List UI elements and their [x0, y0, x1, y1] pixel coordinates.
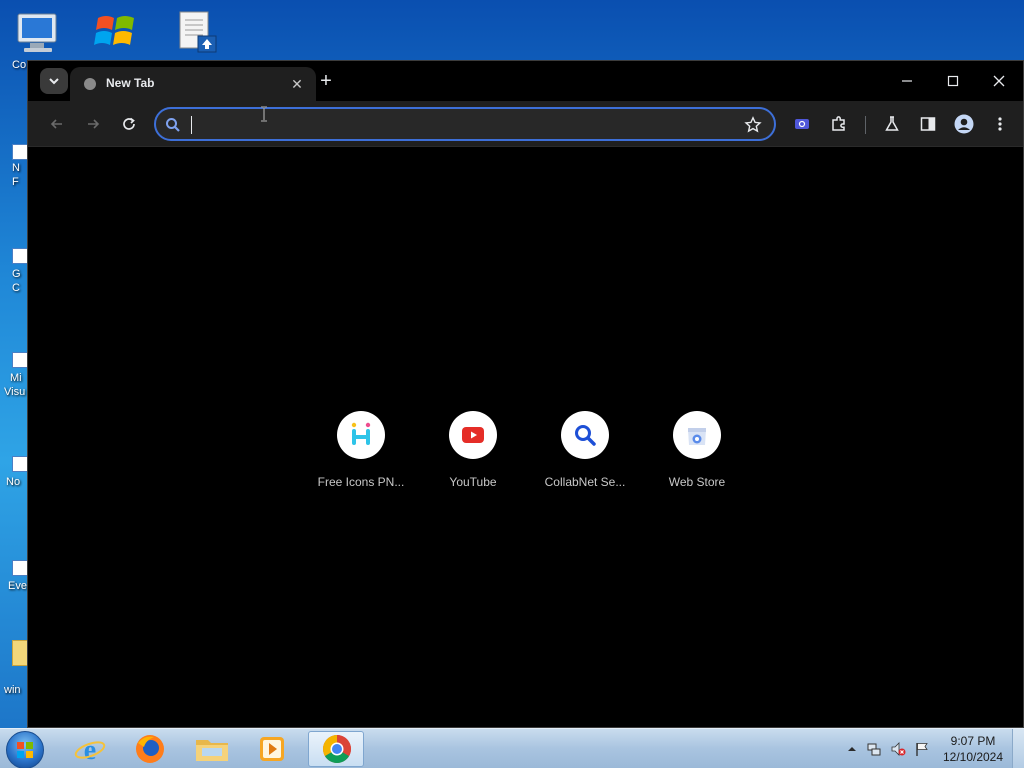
free-icons-icon: [351, 422, 371, 445]
extension-badge-icon: [795, 119, 809, 129]
youtube-icon: [462, 427, 484, 443]
chevron-down-icon: [49, 78, 59, 85]
maximize-icon: [947, 75, 959, 87]
side-panel-icon: [920, 117, 936, 131]
desktop-label: C: [12, 282, 20, 294]
web-store-icon: [688, 428, 706, 445]
tile-icon-circle: [337, 411, 385, 459]
menu-button[interactable]: [986, 110, 1014, 138]
toolbar-divider: [865, 116, 866, 134]
arrow-right-icon: [88, 119, 100, 129]
tab-search-button[interactable]: [40, 68, 68, 94]
tile-label: Free Icons PN...: [317, 475, 405, 489]
new-tab-page: Free Icons PN... YouTube CollabNet Se...: [28, 148, 1023, 727]
maximize-button[interactable]: [931, 67, 975, 95]
side-panel-button[interactable]: [914, 110, 942, 138]
close-icon: [993, 75, 1005, 87]
clock-time: 9:07 PM: [950, 734, 996, 748]
document-upload-icon[interactable]: [176, 8, 224, 56]
windows-logo-icon[interactable]: [92, 8, 140, 56]
reload-button[interactable]: [115, 110, 143, 138]
extensions-button[interactable]: [825, 110, 853, 138]
address-input[interactable]: [190, 113, 730, 135]
shortcut-icon[interactable]: [12, 144, 28, 160]
minimize-icon: [902, 80, 912, 82]
shortcut-tile-web-store[interactable]: Web Store: [641, 411, 753, 501]
taskbar-firefox[interactable]: [122, 731, 178, 767]
shortcut-tile-youtube[interactable]: YouTube: [417, 411, 529, 501]
firefox-icon: [136, 735, 164, 763]
network-icon[interactable]: [866, 741, 882, 757]
more-vertical-icon: [998, 117, 1002, 131]
system-clock[interactable]: 9:07 PM 12/10/2024: [938, 733, 1008, 765]
desktop-label: win: [4, 684, 21, 696]
shortcut-icon[interactable]: [12, 352, 28, 368]
taskbar-chrome[interactable]: [308, 731, 364, 767]
tile-label: CollabNet Se...: [544, 475, 626, 489]
tile-label: YouTube: [449, 475, 497, 489]
shortcut-icon[interactable]: [12, 560, 28, 576]
shortcut-tile-free-icons[interactable]: Free Icons PN...: [305, 411, 417, 501]
media-player-icon: [260, 737, 284, 761]
extension-badge-button[interactable]: [788, 110, 816, 138]
tile-icon-circle: [561, 411, 609, 459]
svg-text:e: e: [84, 735, 96, 766]
shortcut-icon[interactable]: [12, 248, 28, 264]
desktop-label: Visu: [4, 386, 26, 398]
action-center-flag-icon[interactable]: [914, 741, 930, 757]
browser-window: New Tab ✕ + Search Google or type a URL …: [27, 60, 1024, 728]
search-icon: [166, 118, 180, 132]
forward-button[interactable]: [79, 110, 107, 138]
folder-icon: [196, 740, 228, 761]
address-bar[interactable]: [154, 107, 776, 141]
star-icon[interactable]: [744, 116, 762, 134]
minimize-button[interactable]: [885, 67, 929, 95]
windows-flag-icon: [17, 742, 33, 758]
desktop-label: G: [12, 268, 21, 280]
desktop-label: Mi: [10, 372, 22, 384]
desktop-label: N: [12, 162, 20, 174]
close-window-button[interactable]: [977, 67, 1021, 95]
magnifier-icon: [575, 425, 596, 446]
flask-icon: [885, 116, 899, 131]
show-hidden-icons-icon[interactable]: [844, 741, 860, 757]
tile-label: Web Store: [668, 475, 726, 489]
desktop-label: F: [12, 176, 19, 188]
clock-date: 12/10/2024: [942, 750, 1004, 764]
tab-title: New Tab: [106, 76, 155, 90]
show-desktop-button[interactable]: [1012, 729, 1024, 768]
taskbar: e 9:07 PM 12/10/2024: [0, 728, 1024, 768]
taskbar-file-explorer[interactable]: [184, 731, 240, 767]
labs-button[interactable]: [878, 110, 906, 138]
arrow-left-icon: [50, 119, 62, 129]
globe-icon: [84, 78, 96, 90]
title-bar: New Tab ✕ +: [28, 61, 1023, 101]
computer-icon[interactable]: [14, 10, 62, 58]
tile-icon-circle: [673, 411, 721, 459]
shortcut-tile-collabnet[interactable]: CollabNet Se...: [529, 411, 641, 501]
reload-icon: [123, 117, 135, 130]
new-tab-button[interactable]: +: [314, 70, 338, 94]
text-cursor-icon: [261, 106, 267, 122]
tab-new-tab[interactable]: New Tab ✕: [70, 67, 316, 101]
back-button[interactable]: [43, 110, 71, 138]
puzzle-icon: [832, 116, 845, 131]
desktop-label: Eve: [8, 580, 27, 592]
taskbar-internet-explorer[interactable]: e: [62, 731, 118, 767]
shortcut-icon[interactable]: [12, 456, 28, 472]
chrome-icon: [323, 735, 351, 763]
volume-muted-icon[interactable]: [890, 741, 906, 757]
close-tab-button[interactable]: ✕: [288, 75, 306, 93]
desktop-label: No: [6, 476, 21, 488]
computer-icon-label: Co: [12, 59, 27, 71]
folder-icon[interactable]: [12, 640, 28, 666]
start-button[interactable]: [6, 731, 44, 768]
taskbar-media-player[interactable]: [244, 731, 300, 767]
profile-button[interactable]: [950, 110, 978, 138]
tile-icon-circle: [449, 411, 497, 459]
toolbar: [28, 101, 1023, 147]
avatar-icon: [954, 114, 974, 134]
internet-explorer-icon: e: [74, 735, 106, 766]
text-caret: [191, 116, 192, 134]
